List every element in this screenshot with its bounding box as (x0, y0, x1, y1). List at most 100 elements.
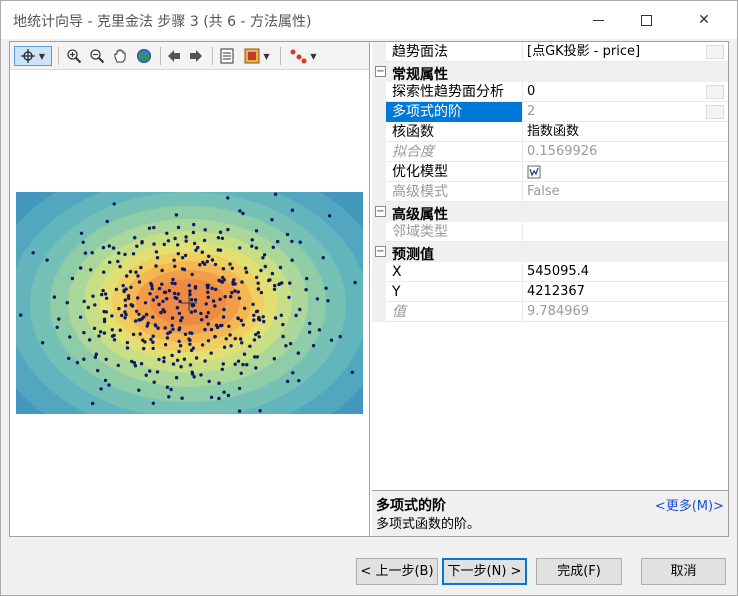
sample-point (140, 241, 144, 245)
sample-point (326, 299, 330, 303)
sample-point (102, 319, 107, 324)
property-row-optimize-model[interactable]: 优化模型 (372, 162, 728, 182)
sample-point (123, 252, 127, 257)
sample-point (126, 294, 131, 298)
sample-point (153, 323, 158, 327)
property-value[interactable]: 4212367 (522, 282, 726, 302)
sample-point (173, 264, 177, 268)
sample-point (160, 282, 164, 286)
sample-point (285, 232, 290, 237)
sample-point (177, 339, 181, 344)
sample-point (163, 326, 167, 330)
sample-point (228, 262, 232, 266)
sample-point (112, 338, 117, 342)
dropdown-button[interactable] (706, 45, 724, 59)
slider-button[interactable] (706, 85, 724, 99)
sample-point (116, 259, 120, 264)
sample-point (167, 395, 171, 399)
sample-point (188, 289, 192, 293)
property-value[interactable]: 545095.4 (522, 262, 726, 282)
sample-point (270, 218, 274, 222)
sample-point (146, 321, 150, 325)
property-row-trend-method[interactable]: 趋势面法 [点GK投影 - price] (372, 42, 728, 62)
sample-point (137, 388, 141, 392)
cancel-button[interactable]: 取消 (641, 558, 726, 585)
row-margin (372, 102, 386, 122)
property-row-exploratory-trend[interactable]: 探索性趋势面分析 0 (372, 82, 728, 102)
sample-point (161, 308, 165, 312)
pan-button[interactable] (110, 46, 130, 66)
sample-point (207, 379, 211, 384)
property-value[interactable]: 2 (522, 102, 726, 122)
row-margin (372, 42, 386, 62)
category-general[interactable]: − 常规属性 (372, 62, 728, 83)
layer-menu-button[interactable]: ▼ (240, 46, 274, 66)
zoom-out-button[interactable] (87, 46, 107, 66)
sample-point (350, 370, 354, 374)
table-icon (220, 48, 234, 64)
full-extent-button[interactable] (134, 46, 154, 66)
sample-point (272, 357, 276, 361)
zoom-in-button[interactable] (64, 46, 84, 66)
symbology-menu-button[interactable]: ▼ (286, 46, 320, 66)
table-button[interactable] (217, 46, 237, 66)
sample-point (278, 265, 283, 270)
surface-preview-map[interactable] (16, 192, 363, 414)
maximize-button[interactable] (623, 1, 669, 39)
sample-point (137, 280, 142, 284)
property-value[interactable]: 0 (522, 82, 726, 102)
sample-point (241, 211, 245, 216)
optimize-icon[interactable] (527, 165, 541, 179)
sample-point (68, 335, 72, 339)
close-button[interactable]: ✕ (681, 1, 727, 39)
sample-point (199, 311, 203, 316)
minimize-button[interactable] (575, 1, 621, 39)
sample-point (183, 253, 188, 258)
points-icon (290, 49, 307, 64)
sample-point (294, 313, 298, 318)
sample-point (175, 306, 180, 310)
category-advanced[interactable]: − 高级属性 (372, 202, 728, 223)
sample-point (240, 280, 244, 284)
select-tool-button[interactable]: ▼ (14, 46, 52, 66)
sample-point (257, 335, 261, 339)
previous-button[interactable]: < 上一步(B) (356, 558, 438, 585)
property-row-x[interactable]: X 545095.4 (372, 262, 728, 282)
sample-point (176, 252, 180, 256)
category-prediction[interactable]: − 预测值 (372, 242, 728, 263)
dropdown-button[interactable] (706, 105, 724, 119)
sample-point (262, 319, 266, 324)
description-title: 多项式的阶 (376, 498, 446, 514)
property-row-y[interactable]: Y 4212367 (372, 282, 728, 302)
wizard-content: ▼ ▼ ▼ 趋势面法 [点GK投影 - price] − 常规属性 探索性趋势面… (9, 41, 729, 537)
sample-point (176, 243, 180, 247)
collapse-icon[interactable]: − (375, 66, 386, 77)
close-icon: ✕ (698, 12, 710, 28)
collapse-icon[interactable]: − (375, 246, 386, 257)
sample-point (353, 280, 357, 285)
sample-point (256, 331, 260, 335)
sample-point (132, 361, 136, 365)
sample-point (152, 242, 156, 246)
next-button[interactable]: 下一步(N) > (442, 558, 527, 585)
collapse-icon[interactable]: − (375, 206, 386, 217)
sample-point (108, 260, 112, 264)
more-link[interactable]: <更多(M)> (655, 495, 724, 514)
sample-point (94, 352, 99, 356)
row-margin (372, 82, 386, 102)
forward-button[interactable] (186, 46, 206, 66)
back-button[interactable] (164, 46, 184, 66)
sample-point (165, 336, 170, 340)
sample-point (241, 362, 245, 367)
property-value[interactable]: 指数函数 (522, 122, 726, 142)
finish-button[interactable]: 完成(F) (536, 558, 622, 585)
property-value[interactable]: [点GK投影 - price] (522, 42, 726, 62)
property-value[interactable] (522, 162, 726, 182)
sample-point (243, 266, 248, 270)
property-row-polynomial-order[interactable]: 多项式的阶 2 (372, 102, 728, 122)
sample-point (209, 351, 213, 355)
property-row-kernel-function[interactable]: 核函数 指数函数 (372, 122, 728, 142)
sample-point (182, 267, 187, 272)
sample-point (155, 256, 160, 260)
sample-point (256, 287, 261, 291)
